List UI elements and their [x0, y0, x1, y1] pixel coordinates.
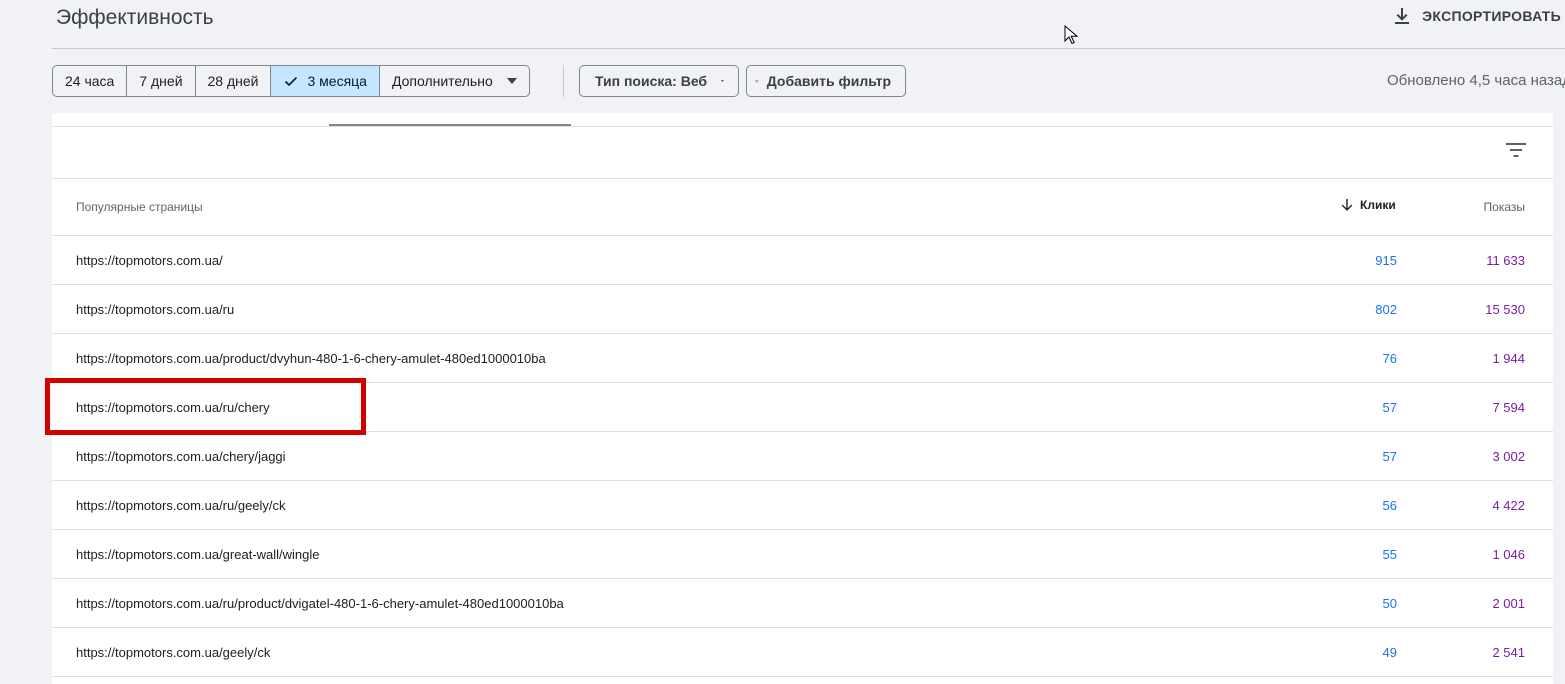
table-row[interactable]: https://topmotors.com.ua/ 915 11 633	[52, 236, 1553, 285]
clicks-value: 56	[1382, 498, 1397, 513]
clicks-value: 802	[1375, 302, 1397, 317]
clicks-value: 915	[1375, 253, 1397, 268]
search-console-performance-page: Эффективность ЭКСПОРТИРОВАТЬ 24 часа 7 д…	[0, 0, 1565, 684]
date-range-selector: 24 часа 7 дней 28 дней 3 месяца Дополнит…	[52, 65, 530, 97]
left-gutter	[0, 0, 52, 684]
date-chip-label: 24 часа	[65, 73, 115, 89]
page-url[interactable]: https://topmotors.com.ua/product/dvyhun-…	[76, 351, 546, 366]
page-url[interactable]: https://topmotors.com.ua/ru/geely/ck	[76, 498, 286, 513]
column-header-impressions[interactable]: Показы	[1484, 200, 1525, 214]
tab-underline	[52, 126, 1553, 127]
search-type-dropdown[interactable]: Тип поиска: Веб	[579, 65, 739, 97]
date-chip-label: 28 дней	[207, 73, 259, 89]
caret-down-icon	[506, 78, 517, 84]
impressions-value: 1 944	[1492, 351, 1525, 366]
table-row[interactable]: https://topmotors.com.ua/ru/chery 57 7 5…	[52, 383, 1553, 432]
updated-status: Обновлено 4,5 часа назад	[1387, 72, 1565, 89]
mouse-cursor-icon	[1064, 25, 1078, 45]
impressions-value: 4 422	[1492, 498, 1525, 513]
clicks-value: 57	[1382, 400, 1397, 415]
page-url[interactable]: https://topmotors.com.ua/great-wall/wing…	[76, 547, 320, 562]
page-url[interactable]: https://topmotors.com.ua/ru/product/dvig…	[76, 596, 564, 611]
clicks-header-label: Клики	[1360, 198, 1396, 212]
clicks-value: 49	[1382, 645, 1397, 660]
page-url[interactable]: https://topmotors.com.ua/geely/ck	[76, 645, 270, 660]
table-row[interactable]: https://topmotors.com.ua/chery/jaggi 57 …	[52, 432, 1553, 481]
clicks-value: 55	[1382, 547, 1397, 562]
table-row[interactable]: https://topmotors.com.ua/product/dvyhun-…	[52, 334, 1553, 383]
date-chip-label: 7 дней	[139, 73, 183, 89]
impressions-value: 1 046	[1492, 547, 1525, 562]
search-type-label: Тип поиска: Веб	[595, 73, 708, 89]
table-row[interactable]: https://topmotors.com.ua/great-wall/wing…	[52, 530, 1553, 579]
check-icon	[285, 76, 298, 87]
page-title: Эффективность	[56, 6, 214, 29]
table-body: https://topmotors.com.ua/ 915 11 633 htt…	[52, 236, 1553, 677]
header-divider	[52, 48, 1565, 49]
clicks-value: 57	[1382, 449, 1397, 464]
date-chip-more[interactable]: Дополнительно	[380, 66, 529, 96]
page-url[interactable]: https://topmotors.com.ua/ru/chery	[76, 400, 270, 415]
export-label: ЭКСПОРТИРОВАТЬ	[1422, 8, 1561, 24]
impressions-value: 2 541	[1492, 645, 1525, 660]
table-row[interactable]: https://topmotors.com.ua/ru/geely/ck 56 …	[52, 481, 1553, 530]
add-filter-button[interactable]: Добавить фильтр	[746, 65, 906, 97]
filter-list-icon[interactable]	[1506, 143, 1526, 157]
table-row[interactable]: https://topmotors.com.ua/ru/product/dvig…	[52, 579, 1553, 628]
impressions-value: 7 594	[1492, 400, 1525, 415]
date-chip-7d[interactable]: 7 дней	[127, 66, 196, 96]
table-row[interactable]: https://topmotors.com.ua/ru 802 15 530	[52, 285, 1553, 334]
clicks-value: 76	[1382, 351, 1397, 366]
table-header: Популярные страницы Клики Показы	[52, 179, 1553, 236]
column-header-clicks[interactable]: Клики	[1341, 198, 1396, 212]
clicks-value: 50	[1382, 596, 1397, 611]
page-url[interactable]: https://topmotors.com.ua/	[76, 253, 223, 268]
page-url[interactable]: https://topmotors.com.ua/ru	[76, 302, 234, 317]
export-button[interactable]: ЭКСПОРТИРОВАТЬ	[1392, 6, 1561, 26]
impressions-value: 3 002	[1492, 449, 1525, 464]
column-header-pages: Популярные страницы	[76, 200, 203, 214]
add-filter-label: Добавить фильтр	[766, 73, 891, 89]
caret-down-icon	[721, 80, 724, 82]
pages-table-card: Популярные страницы Клики Показы https:/…	[52, 113, 1553, 684]
arrow-down-icon	[1341, 199, 1353, 211]
filter-separator	[563, 65, 564, 97]
download-icon	[1395, 8, 1410, 24]
date-chip-label: 3 месяца	[307, 73, 367, 89]
date-chip-3m[interactable]: 3 месяца	[271, 66, 380, 96]
table-row[interactable]: https://topmotors.com.ua/geely/ck 49 2 5…	[52, 628, 1553, 677]
date-chip-28d[interactable]: 28 дней	[196, 66, 272, 96]
date-chip-label: Дополнительно	[391, 73, 493, 89]
impressions-value: 11 633	[1486, 253, 1525, 268]
impressions-value: 2 001	[1492, 596, 1525, 611]
page-url[interactable]: https://topmotors.com.ua/chery/jaggi	[76, 449, 286, 464]
date-chip-24h[interactable]: 24 часа	[53, 66, 128, 96]
impressions-value: 15 530	[1485, 302, 1525, 317]
plus-icon	[755, 79, 759, 83]
